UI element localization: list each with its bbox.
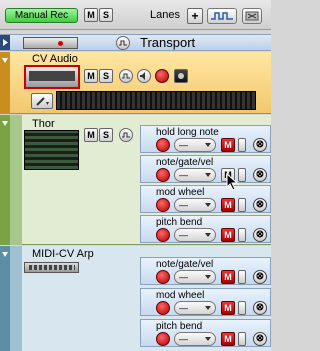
- lane-mute-button[interactable]: M: [221, 138, 235, 152]
- lane-dropdown[interactable]: —: [174, 301, 216, 315]
- thor-pattern-button[interactable]: [119, 128, 133, 142]
- chevron-down-icon: [2, 58, 8, 63]
- lane-dropdown[interactable]: —: [174, 270, 216, 284]
- lane-delete-button[interactable]: ⊗: [253, 301, 267, 315]
- cv-audio-record-button[interactable]: [155, 69, 169, 83]
- pattern-icon: [122, 132, 130, 138]
- lane-toggle[interactable]: [238, 301, 246, 315]
- manual-rec-button[interactable]: Manual Rec: [5, 8, 78, 23]
- lane-label: hold long note: [156, 127, 219, 138]
- chevron-down-icon: [2, 252, 8, 257]
- lane-toggle[interactable]: [238, 228, 246, 242]
- lane-label: pitch bend: [156, 217, 203, 228]
- midi-cv-arp-device-thumbnail[interactable]: [24, 262, 79, 273]
- cv-audio-input-selector[interactable]: [174, 69, 188, 83]
- lane-dropdown[interactable]: —: [174, 138, 216, 152]
- mouse-cursor-icon: [226, 173, 239, 191]
- lane-record-button[interactable]: [156, 198, 170, 212]
- cv-audio-tool-button[interactable]: [31, 93, 53, 109]
- thor-collapse-arrow[interactable]: [0, 115, 10, 245]
- cv-audio-mute-button[interactable]: M: [84, 69, 98, 83]
- lane-mute-button[interactable]: M: [221, 198, 235, 212]
- transport-device-thumbnail: [23, 37, 78, 49]
- lane-mute-button[interactable]: M: [221, 270, 235, 284]
- speaker-icon: [140, 72, 145, 80]
- lane-toggle[interactable]: [238, 270, 246, 284]
- midi-cv-arp-color-strip: [10, 246, 22, 351]
- lane-dropdown[interactable]: —: [174, 228, 216, 242]
- midi-cv-arp-collapse-arrow[interactable]: [0, 246, 10, 351]
- cv-audio-collapse-arrow[interactable]: [0, 52, 10, 114]
- chevron-down-icon: [205, 275, 211, 279]
- transport-expand-arrow[interactable]: [0, 35, 10, 50]
- delete-lane-icon: [245, 11, 259, 21]
- lane-record-button[interactable]: [156, 301, 170, 315]
- wrench-icon: [36, 97, 49, 106]
- header-mute-button[interactable]: M: [84, 8, 98, 22]
- header-solo-button[interactable]: S: [99, 8, 113, 22]
- lanes-label: Lanes: [150, 9, 180, 21]
- device-panel: [29, 265, 75, 270]
- lane-dropdown[interactable]: —: [174, 332, 216, 346]
- lane-label: mod wheel: [156, 187, 205, 198]
- thor-mute-button[interactable]: M: [84, 128, 98, 142]
- lane-delete-button[interactable]: ⊗: [253, 270, 267, 284]
- pattern-icon: [211, 12, 233, 20]
- chevron-down-icon: [205, 143, 211, 147]
- lane-toggle[interactable]: [238, 198, 246, 212]
- cv-audio-solo-button[interactable]: S: [99, 69, 113, 83]
- thor-device-thumbnail[interactable]: [24, 130, 79, 170]
- thor-solo-button[interactable]: S: [99, 128, 113, 142]
- lane-delete-button[interactable]: ⊗: [253, 198, 267, 212]
- cv-audio-pattern-button[interactable]: [119, 69, 133, 83]
- pattern-icon: [122, 73, 130, 79]
- lane-delete-button[interactable]: ⊗: [253, 332, 267, 346]
- lane-record-button[interactable]: [156, 138, 170, 152]
- lane-mute-button[interactable]: M: [221, 228, 235, 242]
- lane-record-button[interactable]: [156, 332, 170, 346]
- lane-toggle[interactable]: [238, 332, 246, 346]
- lane-mute-button[interactable]: M: [221, 301, 235, 315]
- add-pattern-lane-button[interactable]: [207, 8, 237, 24]
- lane-label: note/gate/vel: [156, 157, 214, 168]
- chevron-down-icon: [205, 233, 211, 237]
- cv-audio-title: CV Audio: [32, 53, 78, 65]
- midi-cv-arp-title: MIDI-CV Arp: [32, 248, 94, 260]
- pattern-icon: [119, 40, 127, 46]
- transport-pattern-button[interactable]: [116, 36, 130, 50]
- transport-title: Transport: [140, 35, 196, 50]
- chevron-down-icon: [205, 173, 211, 177]
- lane-label: note/gate/vel: [156, 259, 214, 270]
- add-lane-button[interactable]: +: [187, 8, 203, 24]
- lane-label: mod wheel: [156, 290, 205, 301]
- lane-label: pitch bend: [156, 321, 203, 332]
- cv-audio-level-meter: [56, 91, 256, 110]
- lane-toggle[interactable]: [238, 138, 246, 152]
- lane-dropdown[interactable]: —: [174, 168, 216, 182]
- lane-record-button[interactable]: [156, 168, 170, 182]
- lane-record-button[interactable]: [156, 270, 170, 284]
- chevron-down-icon: [2, 121, 8, 126]
- lane-delete-button[interactable]: ⊗: [253, 138, 267, 152]
- lane-record-button[interactable]: [156, 228, 170, 242]
- lane-dropdown[interactable]: —: [174, 198, 216, 212]
- input-icon: [178, 73, 184, 79]
- manual-rec-label: Manual Rec: [14, 10, 69, 21]
- chevron-down-icon: [205, 306, 211, 310]
- delete-lane-button[interactable]: [242, 8, 262, 24]
- thor-color-strip: [10, 115, 22, 245]
- device-panel: [29, 71, 75, 81]
- lane-delete-button[interactable]: ⊗: [253, 168, 267, 182]
- cv-audio-device-thumbnail[interactable]: [24, 65, 80, 89]
- thor-title: Thor: [32, 118, 55, 130]
- chevron-down-icon: [205, 203, 211, 207]
- transport-record-dot: [58, 41, 63, 46]
- lane-delete-button[interactable]: ⊗: [253, 228, 267, 242]
- play-triangle-icon: [3, 39, 8, 46]
- lane-mute-button[interactable]: M: [221, 332, 235, 346]
- cv-audio-monitor-button[interactable]: [137, 69, 151, 83]
- chevron-down-icon: [205, 337, 211, 341]
